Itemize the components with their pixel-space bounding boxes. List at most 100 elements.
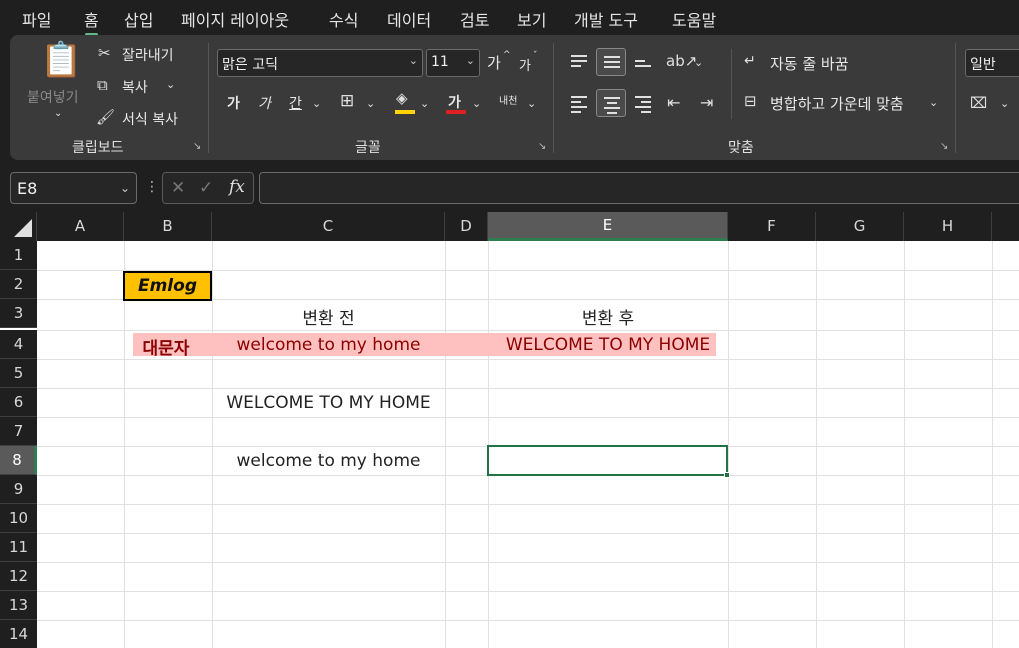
row-header-13[interactable]: 13 xyxy=(0,591,37,620)
bold-button[interactable]: 가 xyxy=(227,93,240,113)
copy-icon[interactable]: ⧉ xyxy=(97,78,108,93)
row-header-6[interactable]: 6 xyxy=(0,388,37,417)
align-right-button[interactable] xyxy=(628,89,658,117)
copy-button[interactable]: 복사 xyxy=(122,77,148,97)
dialog-launcher-icon[interactable]: ↘ xyxy=(940,141,948,152)
row-header-5[interactable]: 5 xyxy=(0,359,37,388)
font-color-button[interactable]: 가 xyxy=(448,92,461,112)
dialog-launcher-icon[interactable]: ↘ xyxy=(193,141,201,152)
align-bottom-button[interactable] xyxy=(628,48,658,76)
font-name-select[interactable]: 맑은 고딕 ⌄ xyxy=(217,49,423,77)
row-header-11[interactable]: 11 xyxy=(0,533,37,562)
chevron-down-icon[interactable]: ⌄ xyxy=(929,97,938,108)
align-left-icon xyxy=(571,96,587,116)
active-cell-e8[interactable] xyxy=(487,445,728,476)
tab-review[interactable]: 검토 xyxy=(460,7,489,31)
chevron-down-icon[interactable]: ⌄ xyxy=(166,79,175,90)
gridline xyxy=(992,241,993,648)
font-size-select[interactable]: 11 ⌄ xyxy=(426,49,480,77)
chevron-down-icon[interactable]: ⌄ xyxy=(694,57,703,68)
scissors-icon[interactable]: ✂ xyxy=(98,46,111,61)
column-header-a[interactable]: A xyxy=(37,212,124,241)
name-box[interactable]: E8 ⌄ xyxy=(10,172,137,204)
tab-developer[interactable]: 개발 도구 xyxy=(574,7,638,31)
select-all-button[interactable] xyxy=(0,212,37,241)
phonetic-button[interactable]: 내천 xyxy=(499,92,517,107)
chevron-down-icon[interactable]: ⌄ xyxy=(527,98,536,109)
enter-icon[interactable]: ✓ xyxy=(199,180,213,197)
cell-c6[interactable]: WELCOME TO MY HOME xyxy=(212,393,445,413)
chevron-down-icon[interactable]: ⌄ xyxy=(420,98,429,109)
tab-insert[interactable]: 삽입 xyxy=(124,7,153,31)
chevron-down-icon[interactable]: ⌄ xyxy=(54,109,62,119)
row-header-8[interactable]: 8 xyxy=(0,446,37,475)
row-header-12[interactable]: 12 xyxy=(0,562,37,591)
cell-e3[interactable]: 변환 후 xyxy=(488,304,728,329)
row-header-9[interactable]: 9 xyxy=(0,475,37,504)
paste-button[interactable]: 붙여넣기 xyxy=(27,87,79,107)
number-format-value: 일반 xyxy=(970,57,996,73)
chevron-down-icon[interactable]: ⌄ xyxy=(1000,98,1009,109)
cell-b4[interactable]: 대문자 xyxy=(124,334,212,359)
tab-page-layout[interactable]: 페이지 레이아웃 xyxy=(181,7,289,31)
align-top-button[interactable] xyxy=(564,48,594,76)
format-painter-icon[interactable]: 🖌 xyxy=(96,110,115,125)
tab-home[interactable]: 홈 xyxy=(84,7,99,36)
merge-center-button[interactable]: 병합하고 가운데 맞춤 xyxy=(770,93,904,114)
column-header-c[interactable]: C xyxy=(212,212,445,241)
shrink-font-button[interactable]: 가 xyxy=(519,55,531,74)
cell-c4[interactable]: welcome to my home xyxy=(212,335,445,355)
chevron-down-icon[interactable]: ⌄ xyxy=(312,98,321,109)
increase-indent-icon[interactable]: ⇥ xyxy=(700,95,713,111)
tab-file[interactable]: 파일 xyxy=(22,7,51,31)
tab-view[interactable]: 보기 xyxy=(517,7,546,31)
italic-button[interactable]: 가 xyxy=(258,93,271,113)
ribbon-separator xyxy=(208,43,209,153)
row-header-1[interactable]: 1 xyxy=(0,241,37,270)
currency-icon[interactable]: ⌧ xyxy=(970,96,987,111)
fill-handle[interactable] xyxy=(724,472,730,478)
align-middle-button[interactable] xyxy=(596,48,626,76)
row-header-7[interactable]: 7 xyxy=(0,417,37,446)
cancel-icon[interactable]: ✕ xyxy=(171,180,185,197)
column-header-g[interactable]: G xyxy=(816,212,904,241)
decrease-indent-icon[interactable]: ⇤ xyxy=(667,95,680,111)
chevron-down-icon[interactable]: ⌄ xyxy=(366,98,375,109)
dialog-launcher-icon[interactable]: ↘ xyxy=(538,141,546,152)
format-painter-button[interactable]: 서식 복사 xyxy=(122,109,178,129)
grow-font-button[interactable]: 가 xyxy=(487,52,501,73)
orientation-icon[interactable]: ab↗ xyxy=(666,54,697,69)
underline-button[interactable]: 간 xyxy=(289,93,302,113)
column-header-e[interactable]: E xyxy=(488,212,728,241)
more-options-icon[interactable]: ⋮ xyxy=(145,180,159,194)
tab-data[interactable]: 데이터 xyxy=(387,7,431,31)
cell-e4[interactable]: WELCOME TO MY HOME xyxy=(488,335,728,355)
fill-color-icon[interactable]: ◈ xyxy=(396,91,408,106)
insert-function-icon[interactable]: fx xyxy=(229,179,245,196)
cell-c8[interactable]: welcome to my home xyxy=(212,451,445,471)
row-header-3[interactable]: 3 xyxy=(0,299,37,328)
wrap-text-button[interactable]: 자동 줄 바꿈 xyxy=(770,53,849,74)
formula-input[interactable] xyxy=(259,172,1019,204)
column-header-d[interactable]: D xyxy=(445,212,488,241)
borders-icon[interactable]: ⊞ xyxy=(340,93,354,110)
cell-b2[interactable]: Emlog xyxy=(123,271,212,301)
tab-formulas[interactable]: 수식 xyxy=(329,7,358,31)
column-header-h[interactable]: H xyxy=(904,212,992,241)
align-center-button[interactable] xyxy=(596,89,626,117)
row-header-2[interactable]: 2 xyxy=(0,270,37,299)
cell-c3[interactable]: 변환 전 xyxy=(212,304,445,329)
column-header-i[interactable] xyxy=(992,212,1019,241)
paste-icon[interactable]: 📋 xyxy=(40,43,82,77)
chevron-down-icon[interactable]: ⌄ xyxy=(472,98,481,109)
column-header-f[interactable]: F xyxy=(728,212,816,241)
align-left-button[interactable] xyxy=(564,89,594,117)
row-header-14[interactable]: 14 xyxy=(0,620,37,648)
tab-help[interactable]: 도움말 xyxy=(672,7,716,31)
align-bottom-icon xyxy=(635,60,651,70)
cut-button[interactable]: 잘라내기 xyxy=(122,45,174,65)
number-format-select[interactable]: 일반 xyxy=(965,49,1019,77)
row-header-4[interactable]: 4 xyxy=(0,330,37,359)
column-header-b[interactable]: B xyxy=(124,212,212,241)
row-header-10[interactable]: 10 xyxy=(0,504,37,533)
